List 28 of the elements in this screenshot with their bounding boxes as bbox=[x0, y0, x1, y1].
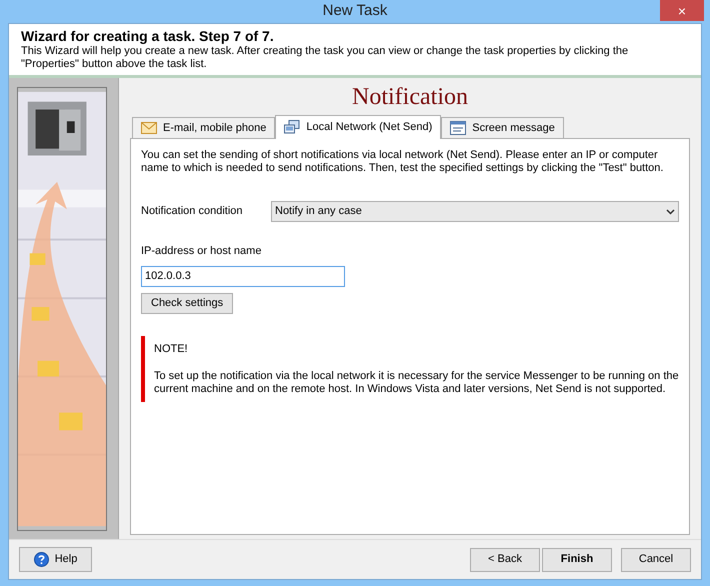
wizard-title: Wizard for creating a task. Step 7 of 7. bbox=[21, 27, 275, 46]
page-title: Notification bbox=[351, 83, 469, 112]
condition-dropdown[interactable]: Notify in any case bbox=[271, 201, 679, 222]
tab[interactable]: Screen message bbox=[441, 117, 564, 138]
close-button[interactable]: × bbox=[660, 0, 704, 21]
footer-button[interactable]: Finish bbox=[542, 548, 612, 572]
window-icon bbox=[450, 121, 466, 136]
tab-label: E-mail, mobile phone bbox=[163, 120, 266, 136]
tab[interactable]: E-mail, mobile phone bbox=[132, 117, 276, 138]
envelope-icon bbox=[141, 122, 157, 134]
chevron-down-icon bbox=[666, 208, 675, 215]
tab[interactable]: Local Network (Net Send) bbox=[275, 115, 442, 140]
footer-button[interactable]: < Back bbox=[470, 548, 540, 572]
help-icon bbox=[34, 552, 49, 568]
help-button[interactable]: Help bbox=[19, 547, 92, 572]
host-field[interactable]: 102.0.0.3 bbox=[141, 266, 345, 287]
check-settings-button[interactable]: Check settings bbox=[141, 292, 234, 314]
footer-button[interactable]: Cancel bbox=[621, 548, 691, 572]
wizard-description: This Wizard will help you create a new task. After creating the task you can view or change the task properties by clicking the "Properties" button above the task list. bbox=[21, 45, 630, 72]
host-label: IP-address or host name bbox=[141, 244, 262, 260]
intro-text: You can set the sending of short notifications via local network (Net Send). Please enter an IP or computer name to which is needed to send notifications. Then, test the specified settings by clicking the "Test" button. bbox=[141, 149, 664, 176]
tab-label: Local Network (Net Send) bbox=[306, 120, 432, 136]
condition-label: Notification condition bbox=[141, 204, 244, 220]
window-title: New Task bbox=[322, 1, 388, 22]
tab-label: Screen message bbox=[472, 120, 555, 136]
note-text: To set up the notification via the local network it is necessary for the service Messenger to be running on the current machine and on the remote host. In Windows Vista and later versions, Net Send is not supported. bbox=[154, 370, 679, 396]
note-title: NOTE! bbox=[154, 342, 189, 357]
computers-icon bbox=[284, 120, 300, 136]
